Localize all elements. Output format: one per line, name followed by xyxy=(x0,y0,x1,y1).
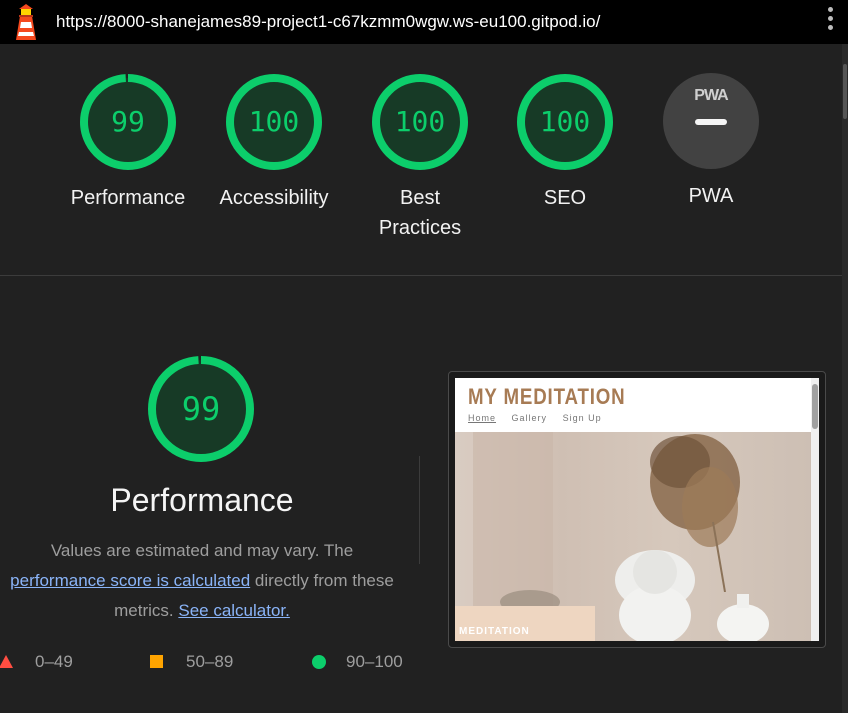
performance-score-link[interactable]: performance score is calculated xyxy=(10,571,250,590)
gauge-accessibility[interactable]: 100 Accessibility xyxy=(209,73,339,213)
hero-caption-text: MEDITATION xyxy=(459,626,530,637)
vertical-divider xyxy=(419,456,420,564)
screenshot-scrollbar xyxy=(811,378,819,641)
legend-fail-range: 0–49 xyxy=(35,652,73,671)
gauge-label: SEO xyxy=(543,187,587,209)
gauge-performance[interactable]: 99 Performance xyxy=(63,73,193,213)
gauge-label: Performance xyxy=(70,187,186,209)
hero-caption: MEDITATION xyxy=(455,606,595,641)
gauge-pwa[interactable]: PWA PWA xyxy=(646,73,776,211)
desc-prefix: Values are estimated and may vary. The xyxy=(50,541,354,560)
gauge-ring: 100 xyxy=(516,73,614,171)
address-bar-url[interactable]: https://8000-shanejames89-project1-c67kz… xyxy=(56,12,600,32)
site-header: MY MEDITATION Home Gallery Sign Up xyxy=(455,378,811,432)
pwa-badge-text: PWA xyxy=(694,87,728,104)
gauge-ring: 100 xyxy=(371,73,469,171)
final-screenshot[interactable]: MY MEDITATION Home Gallery Sign Up MEDIT xyxy=(455,378,819,641)
gauge-score: 100 xyxy=(539,105,591,138)
gauge-label: Best Practices xyxy=(378,187,462,239)
performance-description: Values are estimated and may vary. The p… xyxy=(0,536,416,626)
page-scrollbar-thumb[interactable] xyxy=(843,64,847,119)
category-gauges: 99 Performance 100 Accessibility 100 Bes… xyxy=(0,44,842,275)
gauge-score: 99 xyxy=(111,105,145,138)
site-nav: Home Gallery Sign Up xyxy=(468,413,614,423)
buddha-statue-image xyxy=(615,550,695,641)
performance-gauge: 99 xyxy=(146,354,256,464)
site-nav-signup: Sign Up xyxy=(562,413,602,423)
performance-title: Performance xyxy=(110,482,294,518)
legend-average-range: 50–89 xyxy=(186,652,234,671)
pass-circle-icon xyxy=(312,655,326,669)
score-legend: 0–49 50–89 90–100 xyxy=(0,652,440,674)
legend-pass-range: 90–100 xyxy=(346,652,403,671)
gauge-best-practices[interactable]: 100 Best Practices xyxy=(355,73,485,243)
vertical-dots-icon[interactable] xyxy=(823,7,837,37)
performance-score: 99 xyxy=(181,390,221,428)
gauge-ring: 100 xyxy=(225,73,323,171)
see-calculator-link[interactable]: See calculator. xyxy=(178,601,290,620)
average-square-icon xyxy=(150,655,163,668)
site-title: MY MEDITATION xyxy=(468,384,626,409)
gauge-ring: 99 xyxy=(79,73,177,171)
site-nav-gallery: Gallery xyxy=(511,413,548,423)
fail-triangle-icon xyxy=(0,655,13,668)
gauge-seo[interactable]: 100 SEO xyxy=(500,73,630,213)
gauge-label: Accessibility xyxy=(219,187,329,209)
gauge-score: 100 xyxy=(248,105,300,138)
pwa-dash-icon xyxy=(695,119,727,125)
pwa-badge: PWA xyxy=(663,73,759,169)
section-divider xyxy=(0,275,842,276)
page-scrollbar[interactable] xyxy=(842,44,848,713)
gauge-score: 100 xyxy=(394,105,446,138)
vase-image xyxy=(717,594,769,641)
gauge-label: PWA xyxy=(688,185,734,207)
lighthouse-icon xyxy=(16,4,36,40)
site-hero-image: MEDITATION xyxy=(455,432,811,641)
browser-toolbar: https://8000-shanejames89-project1-c67kz… xyxy=(0,0,848,44)
site-nav-home: Home xyxy=(468,413,497,423)
